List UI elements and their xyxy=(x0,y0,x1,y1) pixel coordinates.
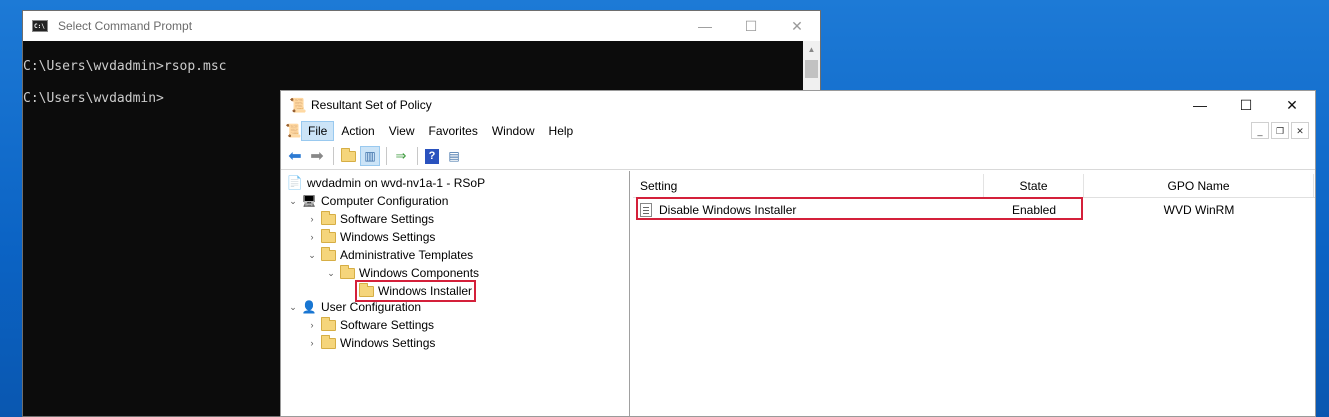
menu-help[interactable]: Help xyxy=(542,121,581,141)
cell-gpo-name: WVD WinRM xyxy=(1163,203,1235,217)
rsop-app-icon: 📜 xyxy=(289,97,307,113)
tree-item-uc-software-settings[interactable]: › Software Settings xyxy=(305,316,434,334)
menu-action[interactable]: Action xyxy=(334,121,381,141)
cmd-window-title: Select Command Prompt xyxy=(58,19,193,33)
tree-item-user-configuration[interactable]: ⌄ 👤 User Configuration xyxy=(286,298,421,316)
cmd-title-bar[interactable]: C:\ Select Command Prompt — ☐ ✕ xyxy=(23,11,820,41)
column-header-state[interactable]: State xyxy=(984,174,1084,197)
chevron-right-icon[interactable]: › xyxy=(305,338,319,348)
results-list[interactable]: Setting State GPO Name Disable Windows I… xyxy=(633,171,1315,416)
chevron-down-icon[interactable]: ⌄ xyxy=(286,302,300,313)
folder-icon xyxy=(319,334,337,351)
help-icon[interactable]: ? xyxy=(422,146,442,166)
rsop-maximize-button[interactable]: ☐ xyxy=(1223,91,1269,119)
tree-item-label: Windows Settings xyxy=(340,230,436,244)
folder-icon xyxy=(319,228,337,245)
rsop-report-icon: 📄 xyxy=(286,175,304,190)
toolbar-separator xyxy=(386,147,387,165)
tree-item-label: Windows Components xyxy=(359,266,480,280)
chevron-right-icon[interactable]: › xyxy=(305,232,319,242)
toolbar-separator xyxy=(333,147,334,165)
back-arrow-icon[interactable]: ⬅ xyxy=(285,146,305,166)
tree-item-label: User Configuration xyxy=(321,300,422,314)
tree-item-uc-windows-settings[interactable]: › Windows Settings xyxy=(305,334,435,352)
console-menu-icon[interactable]: 📜 xyxy=(285,123,301,139)
cmd-minimize-button[interactable]: — xyxy=(682,11,728,41)
console-line-command: C:\Users\wvdadmin>rsop.msc xyxy=(23,59,227,74)
menu-window[interactable]: Window xyxy=(485,121,542,141)
toolbar-separator xyxy=(417,147,418,165)
tree-item-label: Software Settings xyxy=(340,212,435,226)
child-close-button[interactable]: ✕ xyxy=(1291,122,1309,139)
chevron-right-icon[interactable]: › xyxy=(305,214,319,224)
list-header: Setting State GPO Name xyxy=(633,174,1315,198)
folder-icon xyxy=(319,316,337,333)
scroll-thumb[interactable] xyxy=(805,60,818,78)
tree-item-label: Windows Settings xyxy=(340,336,436,350)
folder-icon xyxy=(319,246,337,263)
tree-item-computer-configuration[interactable]: ⌄ 🖥 Computer Configuration xyxy=(286,192,448,210)
folder-icon xyxy=(357,282,375,299)
chevron-down-icon[interactable]: ⌄ xyxy=(286,196,300,207)
toolbar: ⬅ ➡ ▥ ⇒ ? ▤ xyxy=(281,143,1315,170)
export-list-icon[interactable]: ⇒ xyxy=(391,146,411,166)
computer-icon: 🖥 xyxy=(301,194,317,208)
console-icon: C:\ xyxy=(32,20,48,32)
folder-icon xyxy=(319,210,337,227)
tree-item-label: Windows Installer xyxy=(378,284,473,298)
tree-item-root[interactable]: 📄 wvdadmin on wvd-nv1a-1 - RSoP xyxy=(286,174,485,192)
cmd-maximize-button[interactable]: ☐ xyxy=(728,11,774,41)
menu-view[interactable]: View xyxy=(382,121,422,141)
column-header-setting[interactable]: Setting xyxy=(633,174,984,197)
chevron-down-icon[interactable]: ⌄ xyxy=(324,268,338,279)
column-header-gpo-name[interactable]: GPO Name xyxy=(1084,174,1314,197)
chevron-down-icon[interactable]: ⌄ xyxy=(305,250,319,261)
user-icon: 👤 xyxy=(301,300,317,314)
rsop-title-bar[interactable]: 📜 Resultant Set of Policy — ☐ ✕ xyxy=(281,91,1315,119)
tree-item-label: wvdadmin on wvd-nv1a-1 - RSoP xyxy=(307,176,486,190)
folder-icon xyxy=(338,264,356,281)
properties-pane-icon[interactable]: ▤ xyxy=(444,146,464,166)
tree-item-administrative-templates[interactable]: ⌄ Administrative Templates xyxy=(305,246,473,264)
cmd-close-button[interactable]: ✕ xyxy=(774,11,820,41)
scroll-up-arrow-icon[interactable]: ▲ xyxy=(803,41,820,58)
console-line-prompt: C:\Users\wvdadmin> xyxy=(23,91,164,106)
menu-favorites[interactable]: Favorites xyxy=(422,121,485,141)
child-minimize-button[interactable]: _ xyxy=(1251,122,1269,139)
tree-item-label: Computer Configuration xyxy=(321,194,449,208)
chevron-right-icon[interactable]: › xyxy=(305,320,319,330)
tree-item-cc-windows-settings[interactable]: › Windows Settings xyxy=(305,228,435,246)
up-folder-icon[interactable] xyxy=(338,146,358,166)
show-hide-tree-icon[interactable]: ▥ xyxy=(360,146,380,166)
rsop-window-title: Resultant Set of Policy xyxy=(311,98,432,112)
tree-item-label: Software Settings xyxy=(340,318,435,332)
rsop-close-button[interactable]: ✕ xyxy=(1269,91,1315,119)
highlight-box xyxy=(636,197,1083,220)
menu-file[interactable]: File xyxy=(301,121,335,141)
tree-item-windows-components[interactable]: ⌄ Windows Components xyxy=(324,264,479,282)
forward-arrow-icon[interactable]: ➡ xyxy=(307,146,327,166)
rsop-window[interactable]: 📜 Resultant Set of Policy — ☐ ✕ 📜 File A… xyxy=(280,90,1316,417)
rsop-minimize-button[interactable]: — xyxy=(1177,91,1223,119)
child-restore-button[interactable]: ❐ xyxy=(1271,122,1289,139)
tree-item-cc-software-settings[interactable]: › Software Settings xyxy=(305,210,434,228)
menu-bar: 📜 File Action View Favorites Window Help… xyxy=(281,119,1315,143)
tree-item-label: Administrative Templates xyxy=(340,248,474,262)
console-tree[interactable]: 📄 wvdadmin on wvd-nv1a-1 - RSoP ⌄ 🖥 Comp… xyxy=(281,171,630,416)
